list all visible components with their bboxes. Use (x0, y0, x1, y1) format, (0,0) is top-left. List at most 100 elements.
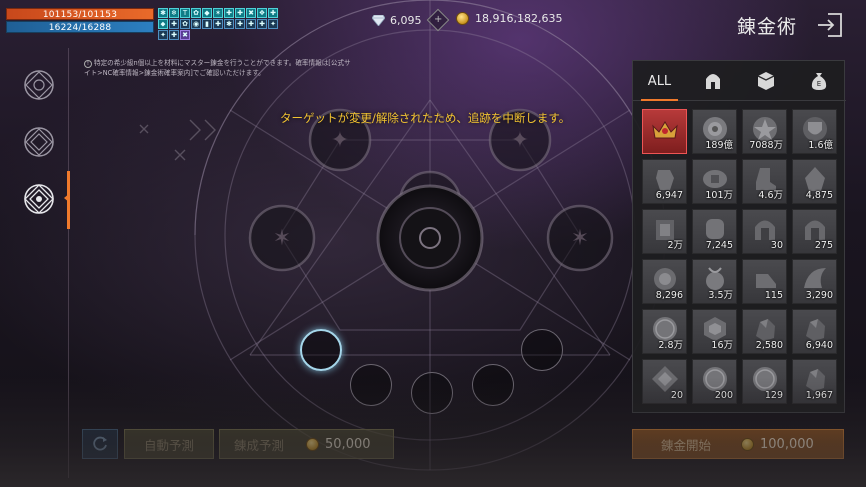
diamond-amount: 6,095 (390, 13, 422, 27)
buff-icon[interactable]: ▮ (202, 19, 212, 29)
buff-icon[interactable]: T (180, 8, 190, 18)
auto-predict-button[interactable]: 自動予測 (124, 429, 214, 459)
buff-icon[interactable]: ❄ (169, 8, 179, 18)
start-cost-amount: 100,000 (760, 436, 814, 452)
buff-icon[interactable]: ✚ (169, 19, 179, 29)
diamond-currency: 6,095 + (372, 8, 449, 32)
inventory-grid: 189億 7088万 1.6億 6,947 101万 4.6万 4,875 2万 7,245 30… (642, 109, 837, 404)
material-slot-2[interactable] (350, 364, 392, 406)
tab-all-label: ALL (647, 73, 672, 89)
category-selection-arrow (64, 193, 70, 203)
notice-text: 特定の希少級n個以上を材料にマスター錬金を行うことができます。確率情報は[公式サ… (84, 59, 351, 77)
start-alchemy-label: 錬金開始 (661, 437, 712, 453)
inventory-item[interactable]: 1,967 (792, 359, 837, 404)
plus-icon: + (433, 13, 442, 25)
buff-icon[interactable]: ✚ (169, 30, 179, 40)
material-slot-5[interactable] (521, 329, 563, 371)
material-slot-4[interactable] (472, 364, 514, 406)
crown-item-icon (650, 114, 680, 144)
add-diamond-button[interactable]: + (426, 8, 449, 32)
smelt-predict-button[interactable]: 錬成予測 50,000 (219, 429, 394, 459)
buff-icon[interactable]: ✿ (191, 8, 201, 18)
inventory-item[interactable]: 2.8万 (642, 309, 687, 354)
alchemy-category-2-icon[interactable] (22, 125, 56, 159)
buff-icon[interactable]: ✚ (246, 19, 256, 29)
inventory-item[interactable]: 200 (692, 359, 737, 404)
item-count: 4.6万 (758, 190, 783, 201)
info-icon: ! (84, 60, 92, 68)
buff-icon[interactable]: ✶ (213, 8, 223, 18)
inventory-item[interactable]: 275 (792, 209, 837, 254)
buff-icon[interactable]: ✱ (224, 19, 234, 29)
buff-icon[interactable]: ✚ (213, 19, 223, 29)
alchemy-category-3-icon[interactable] (22, 182, 56, 216)
item-count: 129 (764, 390, 783, 401)
tab-items[interactable] (739, 61, 792, 101)
material-slot-3[interactable] (411, 372, 453, 414)
smelt-predict-cost: 50,000 (306, 437, 371, 452)
item-count: 1,967 (805, 390, 833, 401)
inventory-item[interactable]: 16万 (692, 309, 737, 354)
svg-text:✶: ✶ (273, 226, 291, 251)
inventory-item[interactable]: 189億 (692, 109, 737, 154)
start-alchemy-button[interactable]: 錬金開始 100,000 (632, 429, 844, 459)
buff-icon[interactable]: ✦ (158, 30, 168, 40)
inventory-item[interactable]: 2,580 (742, 309, 787, 354)
smelt-cost-amount: 50,000 (325, 436, 371, 452)
svg-text:✶: ✶ (571, 226, 589, 251)
material-slot-1[interactable] (300, 329, 342, 371)
tab-all[interactable]: ALL (633, 61, 686, 101)
buff-icon[interactable]: ❖ (257, 8, 267, 18)
adena-coin-icon (456, 12, 469, 25)
item-count: 7,245 (705, 240, 733, 251)
mp-bar: 16224/16288 (6, 21, 154, 33)
buff-icon[interactable]: ✖ (246, 8, 256, 18)
buff-icon[interactable]: ✚ (235, 19, 245, 29)
item-count: 275 (814, 240, 833, 251)
reset-button[interactable] (82, 429, 118, 459)
buff-icon[interactable]: ✖ (180, 30, 190, 40)
alchemy-category-1-icon[interactable] (22, 68, 56, 102)
buff-icon[interactable]: ✚ (268, 8, 278, 18)
adena-coin-icon (306, 437, 320, 451)
inventory-item[interactable]: 129 (742, 359, 787, 404)
inventory-item[interactable]: 3,290 (792, 259, 837, 304)
inventory-item[interactable]: 4.6万 (742, 159, 787, 204)
system-message: ターゲットが変更/解除されたため、追跡を中断します。 (280, 111, 571, 125)
buff-icon[interactable]: ✿ (180, 19, 190, 29)
start-alchemy-cost: 100,000 (741, 437, 814, 452)
inventory-item[interactable]: 8,296 (642, 259, 687, 304)
inventory-item[interactable]: 4,875 (792, 159, 837, 204)
inventory-item[interactable]: 6,947 (642, 159, 687, 204)
tab-equipment[interactable] (686, 61, 739, 101)
inventory-tabs: ALL E (633, 61, 846, 101)
inventory-item[interactable]: 20 (642, 359, 687, 404)
item-count: 2,580 (755, 340, 783, 351)
money-bag-icon: E (811, 73, 826, 90)
inventory-item[interactable]: 1.6億 (792, 109, 837, 154)
buff-icon[interactable]: ◉ (191, 19, 201, 29)
inventory-item[interactable]: 2万 (642, 209, 687, 254)
tab-currency[interactable]: E (792, 61, 845, 101)
buff-icon[interactable]: ✚ (235, 8, 245, 18)
buff-icon[interactable]: ✱ (158, 8, 168, 18)
adena-currency: 18,916,182,635 (456, 12, 562, 25)
inventory-item[interactable]: 3.5万 (692, 259, 737, 304)
item-count: 6,947 (655, 190, 683, 201)
item-count: 1.6億 (808, 140, 833, 151)
buff-icon[interactable]: ✚ (257, 19, 267, 29)
buff-icon[interactable]: ✚ (224, 8, 234, 18)
inventory-item[interactable]: 101万 (692, 159, 737, 204)
inventory-item[interactable]: 115 (742, 259, 787, 304)
inventory-item[interactable]: 30 (742, 209, 787, 254)
item-count: 20 (670, 390, 683, 401)
exit-icon[interactable] (816, 12, 844, 38)
inventory-item[interactable]: 7,245 (692, 209, 737, 254)
item-count: 30 (770, 240, 783, 251)
inventory-item[interactable]: 7088万 (742, 109, 787, 154)
buff-icon[interactable]: ◆ (202, 8, 212, 18)
inventory-item[interactable]: 6,940 (792, 309, 837, 354)
inventory-item[interactable] (642, 109, 687, 154)
buff-icon[interactable]: ✦ (268, 19, 278, 29)
buff-icon[interactable]: ⬥ (158, 19, 168, 29)
